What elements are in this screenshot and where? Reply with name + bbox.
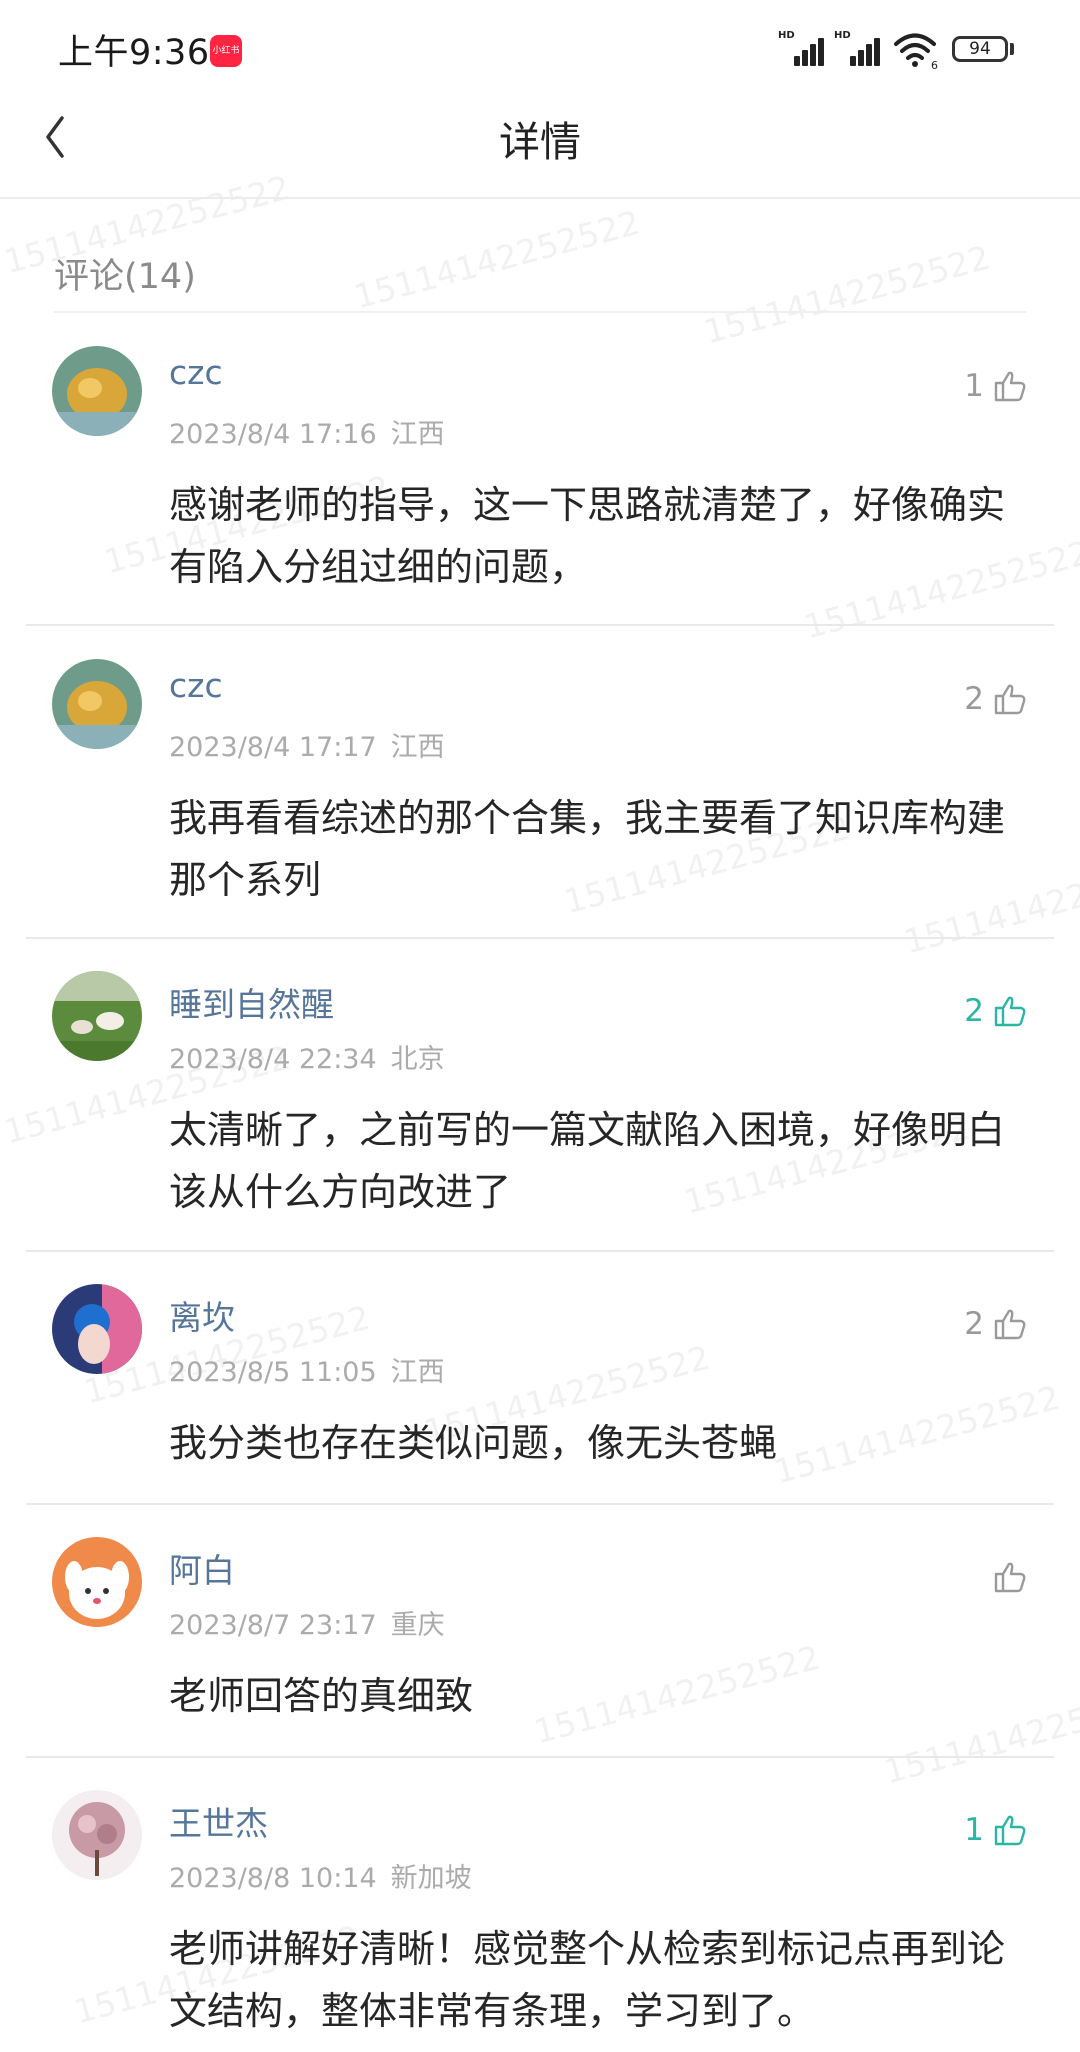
comment-time: 2023/8/8 10:14	[169, 1863, 377, 1894]
comment-meta: 2023/8/7 23:17 重庆	[169, 1603, 445, 1642]
comment-time: 2023/8/7 23:17	[169, 1610, 377, 1641]
comment-location: 北京	[390, 1044, 445, 1075]
app-badge: 小红书	[210, 35, 242, 67]
comment-location: 江西	[390, 419, 445, 450]
comment-text: 我分类也存在类似问题，像无头苍蝇	[169, 1421, 778, 1465]
like-count: 2	[964, 1306, 984, 1342]
avatar[interactable]	[52, 1284, 142, 1374]
comment-time: 2023/8/4 17:16	[169, 419, 377, 450]
thumbs-up-icon	[994, 1815, 1026, 1846]
comment-text: 太清晰了，之前写的一篇文献陷入困境，好像明白该从什么方向改进了	[169, 1108, 1006, 1214]
commenter-name[interactable]: 阿白	[169, 1544, 235, 1592]
count-divider	[54, 311, 1026, 313]
like-count: 2	[964, 681, 984, 717]
comment-location: 江西	[390, 732, 445, 763]
comment-location: 重庆	[390, 1610, 445, 1641]
commenter-name[interactable]: czc	[169, 666, 223, 705]
thumbs-up-icon	[994, 371, 1026, 402]
comment-divider	[26, 1250, 1054, 1252]
comment-text: 我再看看综述的那个合集，我主要看了知识库构建那个系列	[169, 796, 1006, 902]
comment-time: 2023/8/4 17:17	[169, 732, 377, 763]
comment-meta: 2023/8/4 17:17 江西	[169, 725, 445, 764]
comment-time: 2023/8/4 22:34	[169, 1044, 377, 1075]
wifi-icon: 6	[894, 33, 938, 70]
like-button[interactable]: 1	[964, 1810, 1028, 1850]
watermark: 15114142252522	[349, 202, 644, 317]
comment-meta: 2023/8/4 22:34 北京	[169, 1037, 445, 1076]
comment-meta: 2023/8/8 10:14 新加坡	[169, 1856, 472, 1895]
signal-hd-label: HD	[834, 30, 851, 41]
comment-divider	[26, 624, 1054, 626]
signal-hd-label: HD	[778, 30, 795, 41]
like-button[interactable]: 2	[964, 1304, 1028, 1344]
comment-time: 2023/8/5 11:05	[169, 1357, 377, 1388]
svg-text:6: 6	[931, 59, 938, 70]
like-count: 1	[964, 1812, 984, 1848]
header-divider	[0, 197, 1080, 199]
battery-cap	[1010, 43, 1014, 55]
comment-divider	[26, 1503, 1054, 1505]
comment-meta: 2023/8/5 11:05 江西	[169, 1350, 445, 1389]
thumbs-up-icon	[994, 1309, 1026, 1340]
thumbs-up-icon	[994, 1562, 1026, 1593]
thumbs-up-icon	[994, 684, 1026, 715]
cellular-signal-icon: HD	[778, 30, 828, 66]
comment-divider	[26, 1756, 1054, 1758]
avatar[interactable]	[52, 1537, 142, 1627]
like-count: 1	[964, 368, 984, 404]
avatar[interactable]	[52, 346, 142, 436]
comment-location: 江西	[390, 1357, 445, 1388]
avatar[interactable]	[52, 1790, 142, 1880]
avatar[interactable]	[52, 971, 142, 1061]
commenter-name[interactable]: czc	[169, 353, 223, 392]
battery-indicator: 94	[952, 36, 1008, 62]
watermark: 15114142252522	[699, 237, 994, 352]
commenter-name[interactable]: 睡到自然醒	[169, 978, 334, 1026]
comments-count: 评论(14)	[54, 257, 196, 297]
like-button[interactable]: 1	[964, 366, 1028, 406]
cellular-signal-icon: HD	[834, 30, 884, 66]
like-button[interactable]	[984, 1557, 1028, 1597]
comment-text: 老师回答的真细致	[169, 1674, 474, 1718]
page-title: 详情	[499, 118, 581, 166]
comment-divider	[26, 937, 1054, 939]
like-button[interactable]: 2	[964, 679, 1028, 719]
comment-location: 新加坡	[390, 1863, 472, 1894]
commenter-name[interactable]: 王世杰	[169, 1797, 268, 1845]
like-count: 2	[964, 993, 984, 1029]
comment-text: 老师讲解好清晰！感觉整个从检索到标记点再到论文结构，整体非常有条理，学习到了。	[169, 1927, 1006, 2033]
comment-text: 感谢老师的指导，这一下思路就清楚了，好像确实有陷入分组过细的问题，	[169, 483, 1006, 589]
commenter-name[interactable]: 离坎	[169, 1291, 235, 1339]
thumbs-up-icon	[994, 996, 1026, 1027]
comment-meta: 2023/8/4 17:16 江西	[169, 412, 445, 451]
like-button[interactable]: 2	[964, 991, 1028, 1031]
status-time: 上午9:36	[58, 33, 210, 73]
avatar[interactable]	[52, 659, 142, 749]
